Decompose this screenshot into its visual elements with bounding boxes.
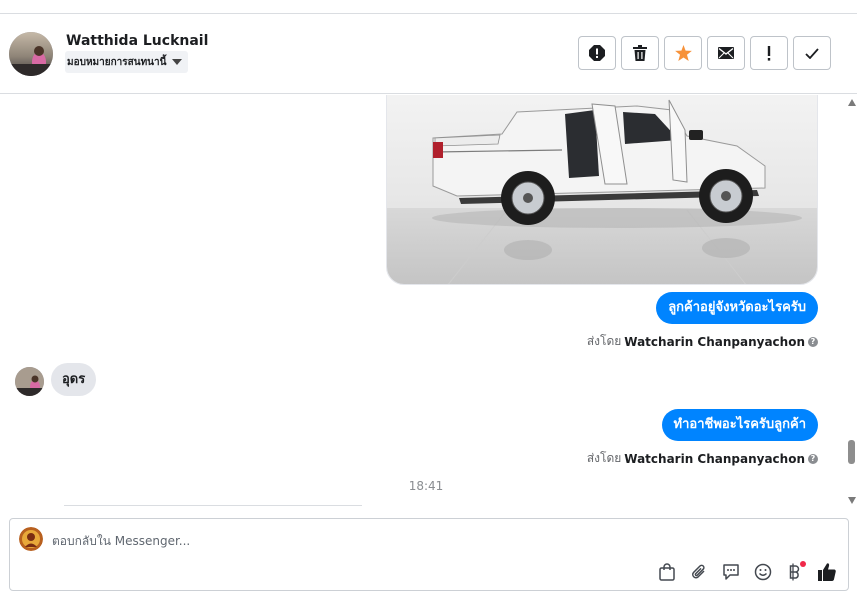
contact-avatar-small [15, 367, 44, 396]
message-bubble-incoming[interactable]: อุดร [51, 363, 97, 396]
composer-toolbar [656, 561, 838, 583]
chevron-down-icon [172, 59, 183, 65]
page-avatar [19, 527, 43, 551]
report-icon [589, 45, 605, 61]
delete-button[interactable] [621, 36, 659, 70]
sent-by-prefix: ส่งโดย [586, 451, 622, 465]
check-icon [805, 47, 819, 59]
reply-composer [9, 518, 849, 591]
scroll-down-arrow-icon[interactable] [848, 497, 856, 504]
shopping-bag-button[interactable] [656, 561, 678, 583]
notification-dot [800, 561, 806, 567]
mail-icon [718, 47, 734, 59]
emoji-button[interactable] [752, 561, 774, 583]
conversation-header: Watthida Lucknail มอบหมายการสนทนานี้ [0, 14, 857, 94]
sent-by-name: Watcharin Chanpanyachon [624, 451, 805, 466]
divider [64, 505, 362, 506]
like-button[interactable] [816, 561, 838, 583]
assign-conversation-dropdown[interactable]: มอบหมายการสนทนานี้ [65, 51, 189, 73]
sent-by-prefix: ส่งโดย [586, 334, 622, 348]
star-icon [674, 45, 692, 61]
like-icon [818, 563, 836, 581]
payment-button[interactable] [784, 561, 806, 583]
exclamation-icon [767, 45, 771, 61]
message-bubble-outgoing[interactable]: ทำอาชีพอะไรครับลูกค้า [661, 409, 818, 441]
message-thread: ลูกค้าอยู่จังหวัดอะไรครับ ส่งโดย Watchar… [0, 95, 845, 508]
help-icon[interactable]: ? [808, 336, 818, 347]
attach-file-button[interactable] [688, 561, 710, 583]
mark-done-button[interactable] [793, 36, 831, 70]
report-button[interactable] [578, 36, 616, 70]
paperclip-icon [692, 564, 705, 579]
saved-replies-icon [723, 564, 739, 580]
conversation-actions [578, 36, 831, 70]
mark-unread-button[interactable] [707, 36, 745, 70]
sent-by-line: ส่งโดย Watcharin Chanpanyachon ? [587, 449, 818, 468]
message-bubble-outgoing[interactable]: ลูกค้าอยู่จังหวัดอะไรครับ [656, 292, 818, 324]
contact-name: Watthida Lucknail [66, 33, 209, 49]
scroll-up-arrow-icon[interactable] [848, 99, 856, 106]
sent-by-line: ส่งโดย Watcharin Chanpanyachon ? [587, 332, 818, 351]
mark-spam-button[interactable] [750, 36, 788, 70]
contact-avatar[interactable] [9, 32, 53, 76]
sent-by-name: Watcharin Chanpanyachon [624, 334, 805, 349]
shared-image-car[interactable] [386, 95, 818, 285]
top-strip [0, 0, 857, 14]
trash-icon [633, 45, 647, 61]
star-button[interactable] [664, 36, 702, 70]
help-icon[interactable]: ? [808, 453, 818, 464]
message-timestamp: 18:41 [408, 479, 444, 493]
emoji-icon [754, 563, 772, 581]
thread-scrollbar[interactable] [845, 95, 857, 508]
scroll-thumb[interactable] [848, 440, 855, 464]
assign-conversation-label: มอบหมายการสนทนานี้ [67, 56, 167, 68]
reply-input[interactable] [52, 531, 612, 551]
shopping-bag-icon [659, 563, 675, 581]
saved-replies-button[interactable] [720, 561, 742, 583]
